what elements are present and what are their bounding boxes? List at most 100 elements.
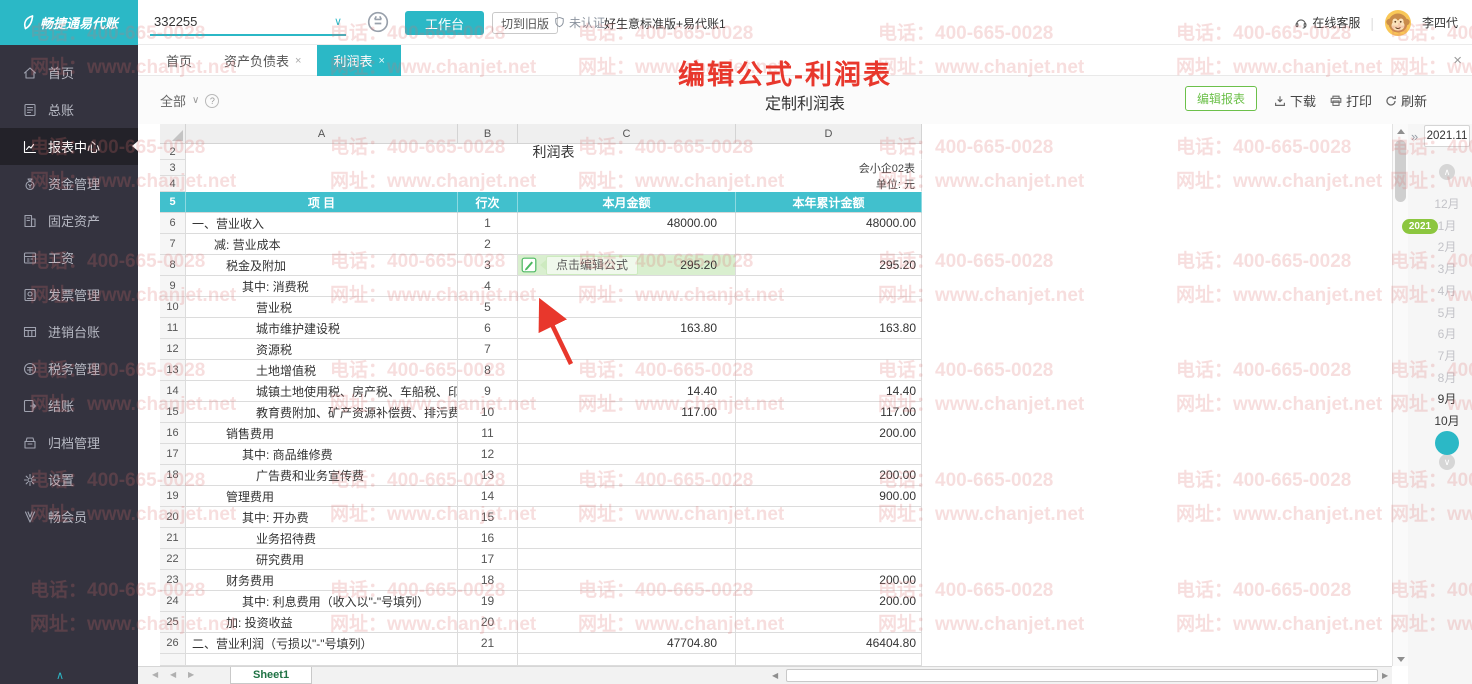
month-amount-cell[interactable] — [518, 549, 736, 570]
row-header[interactable]: 3 — [160, 160, 186, 176]
year-amount-cell[interactable] — [736, 360, 922, 381]
scroll-down-button[interactable] — [1393, 652, 1409, 666]
row-header[interactable]: 12 — [160, 339, 186, 360]
horizontal-scrollbar[interactable] — [786, 669, 1378, 682]
first-sheet-button[interactable]: ◀ — [152, 670, 158, 679]
vertical-scrollbar[interactable] — [1392, 124, 1408, 666]
row-header[interactable]: 5 — [160, 192, 186, 213]
item-cell[interactable]: 其中: 消费税 — [186, 276, 458, 297]
period-box[interactable]: 2021.11 — [1424, 125, 1470, 147]
line-no-cell[interactable]: 19 — [458, 591, 518, 612]
month-amount-cell[interactable] — [518, 276, 736, 297]
formula-cell-highlighted[interactable]: 点击编辑公式 295.20 — [518, 255, 736, 276]
line-no-cell[interactable]: 10 — [458, 402, 518, 423]
edit-formula-icon[interactable] — [521, 257, 537, 273]
year-amount-cell[interactable]: 900.00 — [736, 486, 922, 507]
year-amount-cell[interactable] — [736, 339, 922, 360]
row-header[interactable]: 2 — [160, 144, 186, 160]
line-no-cell[interactable]: 6 — [458, 318, 518, 339]
month-amount-cell[interactable]: 163.80 — [518, 318, 736, 339]
scrollbar-thumb[interactable] — [1395, 140, 1406, 202]
row-header[interactable]: 6 — [160, 213, 186, 234]
month-amount-cell[interactable]: 47704.80 — [518, 633, 736, 654]
year-amount-cell[interactable] — [736, 276, 922, 297]
row-header[interactable]: 9 — [160, 276, 186, 297]
month-amount-cell[interactable] — [518, 423, 736, 444]
sidebar-item-salary[interactable]: 工资 — [0, 239, 138, 276]
line-no-cell[interactable]: 3 — [458, 255, 518, 276]
month-item-9月[interactable]: 9月 — [1408, 390, 1472, 408]
month-item-7月[interactable]: 7月 — [1408, 347, 1472, 365]
line-no-cell[interactable]: 8 — [458, 360, 518, 381]
year-amount-cell[interactable]: 200.00 — [736, 423, 922, 444]
item-cell[interactable]: 税金及附加 — [186, 255, 458, 276]
month-amount-cell[interactable] — [518, 591, 736, 612]
month-item-6月[interactable]: 6月 — [1408, 325, 1472, 343]
table-header-cell[interactable]: 本年累计金额 — [736, 192, 922, 213]
year-amount-cell[interactable] — [736, 297, 922, 318]
line-no-cell[interactable]: 11 — [458, 423, 518, 444]
item-cell[interactable]: 城镇土地使用税、房产税、车船税、印花税 — [186, 381, 458, 402]
year-amount-cell[interactable]: 200.00 — [736, 591, 922, 612]
month-amount-cell[interactable] — [518, 444, 736, 465]
print-button[interactable]: 打印 — [1329, 91, 1372, 110]
cell[interactable] — [458, 654, 518, 666]
row-header[interactable] — [160, 654, 186, 666]
item-cell[interactable]: 广告费和业务宣传费 — [186, 465, 458, 486]
month-amount-cell[interactable]: 117.00 — [518, 402, 736, 423]
close-icon[interactable]: × — [295, 55, 301, 67]
row-header[interactable]: 24 — [160, 591, 186, 612]
item-cell[interactable]: 城市维护建设税 — [186, 318, 458, 339]
col-header-C[interactable]: C — [518, 124, 736, 144]
item-cell[interactable]: 销售费用 — [186, 423, 458, 444]
item-cell[interactable]: 营业税 — [186, 297, 458, 318]
year-amount-cell[interactable]: 295.20 — [736, 255, 922, 276]
month-item-10月[interactable]: 10月 — [1408, 412, 1472, 430]
table-header-cell[interactable]: 行次 — [458, 192, 518, 213]
year-amount-cell[interactable]: 46404.80 — [736, 633, 922, 654]
col-header-D[interactable]: D — [736, 124, 922, 144]
item-cell[interactable]: 其中: 开办费 — [186, 507, 458, 528]
months-scroll-down[interactable]: ∨ — [1439, 454, 1455, 470]
sidebar-item-ledger[interactable]: 总账 — [0, 91, 138, 128]
account-select[interactable]: 332255 ∨ — [150, 8, 346, 36]
line-no-cell[interactable]: 17 — [458, 549, 518, 570]
line-no-cell[interactable]: 18 — [458, 570, 518, 591]
tab-2[interactable]: 利润表 × — [317, 45, 401, 76]
close-icon[interactable]: × — [378, 55, 384, 67]
item-cell[interactable]: 土地增值税 — [186, 360, 458, 381]
item-cell[interactable]: 加: 投资收益 — [186, 612, 458, 633]
sidebar-item-member[interactable]: 畅会员 — [0, 498, 138, 535]
year-amount-cell[interactable] — [736, 507, 922, 528]
year-amount-cell[interactable]: 200.00 — [736, 465, 922, 486]
year-amount-cell[interactable]: 14.40 — [736, 381, 922, 402]
merged-cell[interactable]: 单位: 元 — [186, 176, 922, 192]
sidebar-item-funds[interactable]: 资金管理 — [0, 165, 138, 202]
month-amount-cell[interactable]: 14.40 — [518, 381, 736, 402]
table-header-cell[interactable]: 项 目 — [186, 192, 458, 213]
workbench-button[interactable]: 工作台 — [405, 11, 484, 35]
sidebar-collapse-icon[interactable]: ∧ — [56, 669, 64, 682]
year-amount-cell[interactable] — [736, 444, 922, 465]
hscroll-left-button[interactable]: ◀ — [772, 671, 778, 680]
month-item-2月[interactable]: 2月 — [1408, 238, 1472, 256]
line-no-cell[interactable]: 13 — [458, 465, 518, 486]
year-amount-cell[interactable] — [736, 612, 922, 633]
line-no-cell[interactable]: 9 — [458, 381, 518, 402]
cell[interactable] — [736, 654, 922, 666]
next-sheet-button[interactable]: ▶ — [188, 670, 194, 679]
tab-1[interactable]: 资产负债表 × — [208, 45, 317, 76]
month-amount-cell[interactable] — [518, 486, 736, 507]
item-cell[interactable]: 资源税 — [186, 339, 458, 360]
item-cell[interactable]: 其中: 商品维修费 — [186, 444, 458, 465]
row-header[interactable]: 16 — [160, 423, 186, 444]
month-amount-cell[interactable] — [518, 234, 736, 255]
month-item-3月[interactable]: 3月 — [1408, 260, 1472, 278]
download-button[interactable]: 下载 — [1273, 91, 1316, 110]
row-header[interactable]: 18 — [160, 465, 186, 486]
item-cell[interactable]: 二、营业利润（亏损以"-"号填列） — [186, 633, 458, 654]
row-header[interactable]: 26 — [160, 633, 186, 654]
month-item-4月[interactable]: 4月 — [1408, 282, 1472, 300]
item-cell[interactable]: 其中: 利息费用（收入以"-"号填列） — [186, 591, 458, 612]
item-cell[interactable]: 教育费附加、矿产资源补偿费、排污费 — [186, 402, 458, 423]
